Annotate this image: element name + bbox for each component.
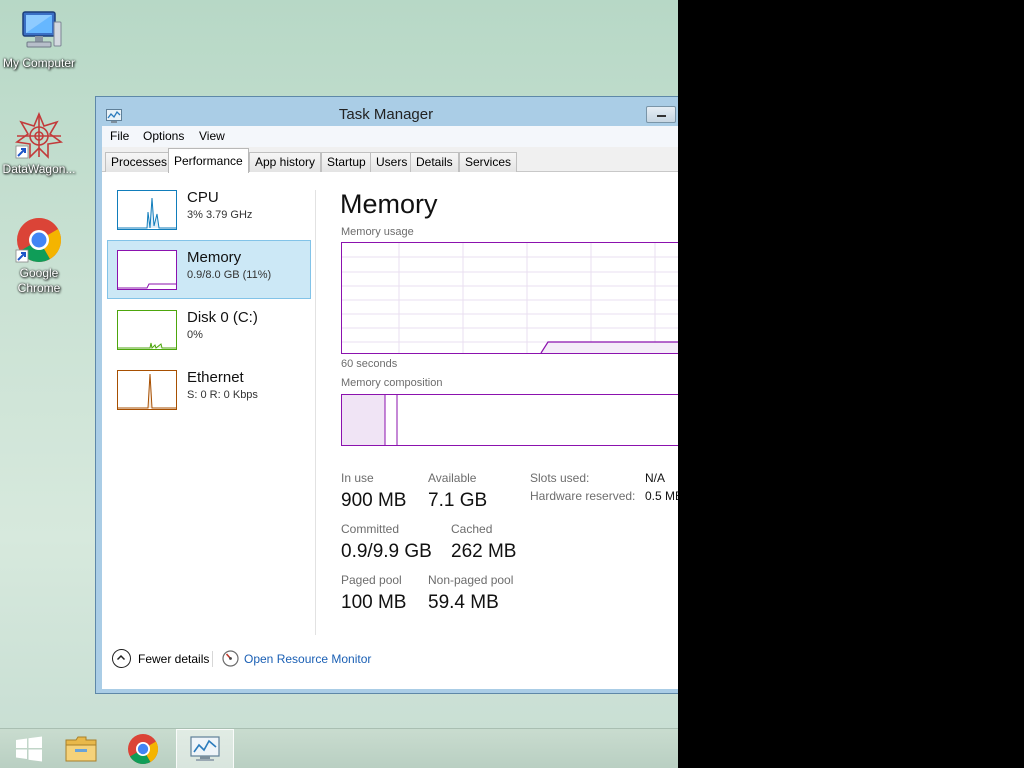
- tab-startup[interactable]: Startup: [321, 152, 372, 172]
- resource-name: Disk 0 (C:): [187, 309, 258, 326]
- resource-ethernet[interactable]: Ethernet S: 0 R: 0 Kbps: [107, 360, 311, 419]
- resource-disk[interactable]: Disk 0 (C:) 0%: [107, 300, 311, 359]
- window-client-area: File Options View Processes Performance …: [102, 126, 678, 689]
- tab-app-history[interactable]: App history: [249, 152, 322, 172]
- desktop-icon-label: My Computer: [2, 56, 76, 70]
- stat-in-use-value: 900 MB: [341, 490, 407, 511]
- open-resource-monitor-label: Open Resource Monitor: [244, 652, 372, 666]
- tab-details[interactable]: Details: [410, 152, 459, 172]
- resource-stats: 0%: [187, 329, 203, 341]
- chevron-up-icon: [112, 649, 131, 668]
- ethernet-thumbnail-graph: [117, 370, 177, 410]
- time-range-label: 60 seconds: [341, 358, 398, 370]
- resource-stats: 0.9/8.0 GB (11%): [187, 269, 272, 281]
- hardware-reserved-label: Hardware reserved:: [530, 489, 636, 503]
- offscreen-area: [678, 0, 1024, 768]
- performance-panel: CPU 3% 3.79 GHz Memory 0.9/8.0 GB (11%): [102, 172, 678, 689]
- stat-non-paged-pool-value: 59.4 MB: [428, 592, 499, 613]
- stat-paged-pool-value: 100 MB: [341, 592, 407, 613]
- start-icon: [16, 736, 42, 762]
- stat-committed-value: 0.9/9.9 GB: [341, 541, 432, 562]
- panel-divider: [315, 190, 316, 635]
- menu-file[interactable]: File: [110, 129, 129, 143]
- title-bar[interactable]: Task Manager: [96, 97, 678, 127]
- footer-separator: [212, 651, 213, 667]
- stat-non-paged-pool-label: Non-paged pool: [428, 573, 514, 587]
- menu-options[interactable]: Options: [143, 129, 184, 143]
- stat-cached-label: Cached: [451, 522, 493, 536]
- resource-name: Ethernet: [187, 369, 244, 386]
- desktop-icon-label: Google Chrome: [17, 266, 61, 295]
- resource-cpu[interactable]: CPU 3% 3.79 GHz: [107, 180, 311, 239]
- desktop: My Computer DataWagon... Google Chrome T…: [0, 0, 678, 768]
- memory-composition-bar: [341, 394, 678, 446]
- tab-performance[interactable]: Performance: [168, 148, 249, 173]
- task-manager-window: Task Manager File Options View Processes…: [95, 96, 678, 694]
- slots-used-value: N/A: [645, 471, 666, 485]
- computer-icon: [22, 11, 62, 48]
- memory-composition-label: Memory composition: [341, 377, 443, 389]
- tab-processes[interactable]: Processes: [105, 152, 174, 172]
- taskbar-chrome[interactable]: [114, 729, 172, 768]
- stat-committed-label: Committed: [341, 522, 400, 536]
- start-button[interactable]: [0, 729, 58, 768]
- window-title: Task Manager: [338, 106, 434, 123]
- task-manager-icon: [190, 736, 220, 761]
- menu-bar: File Options View: [102, 126, 678, 147]
- fewer-details-label: Fewer details: [138, 652, 210, 666]
- memory-usage-graph: [341, 242, 678, 354]
- stat-available-label: Available: [428, 471, 477, 485]
- tab-users[interactable]: Users: [370, 152, 414, 172]
- chrome-icon: [15, 218, 61, 263]
- file-explorer-icon: [65, 736, 97, 762]
- memory-thumbnail-graph: [117, 250, 177, 290]
- detail-title: Memory: [340, 189, 438, 219]
- taskbar-file-explorer[interactable]: [52, 729, 110, 768]
- taskbar-task-manager[interactable]: [176, 729, 234, 768]
- memory-usage-label: Memory usage: [341, 226, 414, 238]
- resource-memory[interactable]: Memory 0.9/8.0 GB (11%): [107, 240, 311, 299]
- resource-name: Memory: [187, 249, 242, 266]
- desktop-icon-google-chrome[interactable]: Google Chrome: [0, 216, 78, 296]
- tab-bar: Processes Performance App history Startu…: [102, 147, 678, 173]
- desktop-icon-datawagon[interactable]: DataWagon...: [0, 112, 78, 177]
- cpu-thumbnail-graph: [117, 190, 177, 230]
- taskbar: [0, 728, 678, 768]
- stat-paged-pool-label: Paged pool: [341, 573, 402, 587]
- hardware-reserved-value: 0.5 MB: [645, 489, 678, 503]
- desktop-icon-my-computer[interactable]: My Computer: [0, 8, 78, 71]
- stat-cached-value: 262 MB: [451, 541, 517, 562]
- resource-name: CPU: [187, 189, 219, 206]
- desktop-icon-label: DataWagon...: [2, 162, 76, 176]
- stat-available-value: 7.1 GB: [428, 490, 488, 511]
- disk-thumbnail-graph: [117, 310, 177, 350]
- resource-monitor-icon: [222, 650, 239, 667]
- resource-stats: S: 0 R: 0 Kbps: [187, 389, 258, 401]
- menu-view[interactable]: View: [199, 129, 225, 143]
- chrome-icon: [128, 734, 159, 765]
- slots-used-label: Slots used:: [530, 471, 590, 485]
- datawagon-icon: [14, 112, 64, 159]
- resource-stats: 3% 3.79 GHz: [187, 209, 253, 221]
- minimize-button[interactable]: [646, 106, 676, 123]
- tab-services[interactable]: Services: [459, 152, 518, 172]
- stat-in-use-label: In use: [341, 471, 374, 485]
